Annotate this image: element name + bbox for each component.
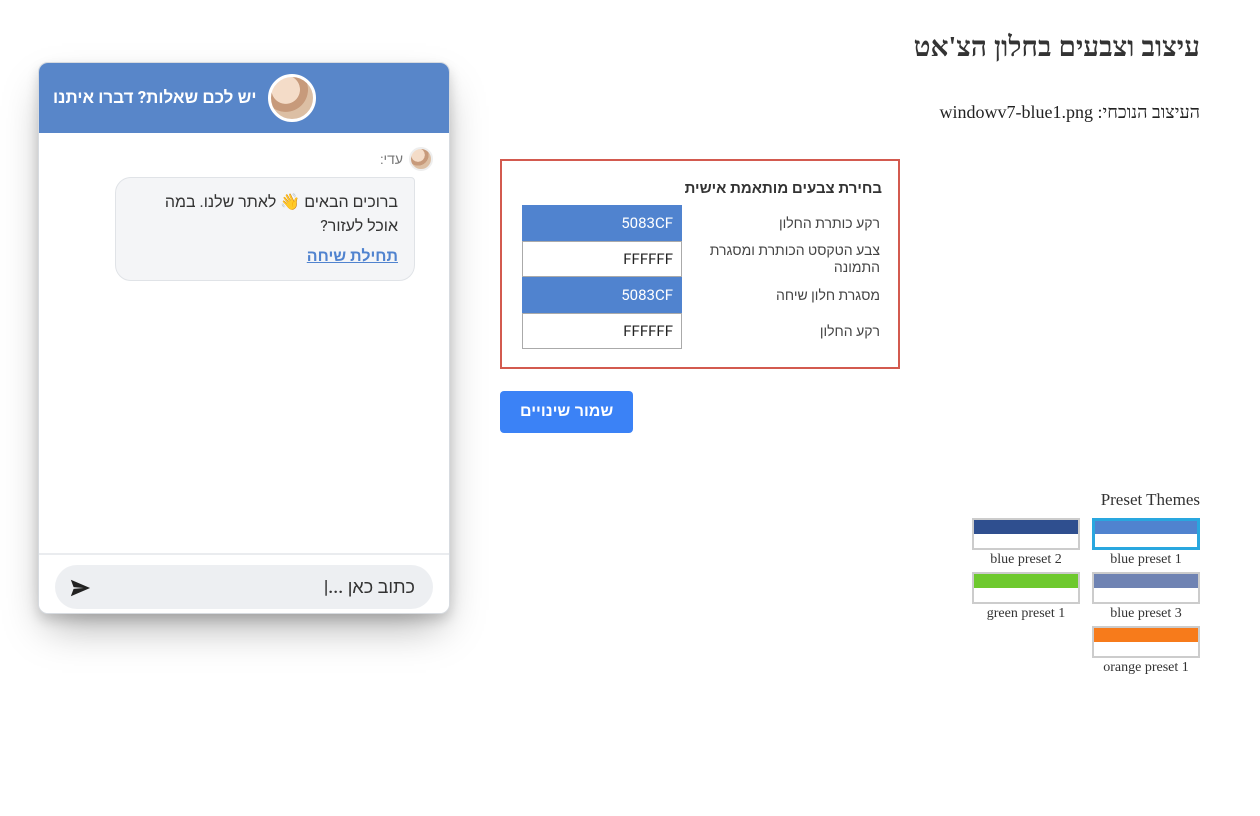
color-row-label: רקע החלון: [682, 323, 882, 340]
preset-swatch[interactable]: [972, 572, 1080, 604]
chat-message-text: ברוכים הבאים 👋 לאתר שלנו. במה אוכל לעזור…: [165, 192, 398, 235]
preset-label: blue preset 1: [1092, 552, 1200, 568]
preset-label: blue preset 2: [972, 552, 1080, 568]
color-row-label: רקע כותרת החלון: [682, 215, 882, 232]
page-title: עיצוב וצבעים בחלון הצ'אט: [500, 32, 1200, 64]
chat-author-name: עדי:: [380, 151, 403, 168]
color-value-input[interactable]: FFFFFF: [522, 241, 682, 277]
chat-footer: Chat⚡VS ♿: [55, 609, 433, 614]
preset-swatch[interactable]: [1092, 572, 1200, 604]
chat-body: עדי: ברוכים הבאים 👋 לאתר שלנו. במה אוכל …: [39, 133, 449, 553]
preset-swatch[interactable]: [1092, 518, 1200, 550]
preset-swatch[interactable]: [972, 518, 1080, 550]
chat-message-bubble: ברוכים הבאים 👋 לאתר שלנו. במה אוכל לעזור…: [115, 177, 415, 281]
chat-header: יש לכם שאלות? דברו איתנו: [39, 63, 449, 133]
color-value-input[interactable]: 5083CF: [522, 277, 682, 313]
save-button[interactable]: שמור שינויים: [500, 391, 633, 433]
color-row: צבע הטקסט הכותרת ומסגרת התמונהFFFFFF: [518, 241, 882, 277]
preset-item: blue preset 1: [1092, 518, 1200, 568]
settings-column: עיצוב וצבעים בחלון הצ'אט העיצוב הנוכחי: …: [500, 32, 1200, 433]
preset-item: green preset 1: [972, 572, 1080, 622]
avatar-small-icon: [409, 147, 433, 171]
preset-label: blue preset 3: [1092, 606, 1200, 622]
color-row: רקע החלוןFFFFFF: [518, 313, 882, 349]
color-value-input[interactable]: 5083CF: [522, 205, 682, 241]
page-root: עיצוב וצבעים בחלון הצ'אט העיצוב הנוכחי: …: [0, 0, 1260, 816]
chat-header-title: יש לכם שאלות? דברו איתנו: [53, 88, 256, 108]
send-icon[interactable]: [69, 577, 91, 599]
color-settings-box: בחירת צבעים מותאמת אישית רקע כותרת החלון…: [500, 159, 900, 369]
preset-label: green preset 1: [972, 606, 1080, 622]
avatar-icon: [268, 74, 316, 122]
chat-author-row: עדי:: [55, 147, 433, 171]
current-design-line: העיצוב הנוכחי: windowv7-blue1.png: [500, 102, 1200, 123]
color-row: מסגרת חלון שיחה5083CF: [518, 277, 882, 313]
preset-label: orange preset 1: [1092, 660, 1200, 676]
chat-window-preview: יש לכם שאלות? דברו איתנו עדי: ברוכים הבא…: [38, 62, 450, 614]
color-row-label: מסגרת חלון שיחה: [682, 287, 882, 304]
preset-item: blue preset 2: [972, 518, 1080, 568]
color-row-label: צבע הטקסט הכותרת ומסגרת התמונה: [682, 242, 882, 276]
color-settings-heading: בחירת צבעים מותאמת אישית: [518, 179, 882, 197]
start-chat-link[interactable]: תחילת שיחה: [307, 244, 398, 268]
current-design-value: windowv7-blue1.png: [940, 102, 1093, 122]
chat-input[interactable]: כתוב כאן ... |: [55, 565, 433, 609]
preset-themes-title: Preset Themes: [800, 490, 1200, 510]
current-design-label: העיצוב הנוכחי:: [1098, 102, 1200, 122]
preset-themes-section: Preset Themes blue preset 2 blue preset 1…: [800, 490, 1200, 676]
preset-swatch[interactable]: [1092, 626, 1200, 658]
preset-item: blue preset 3: [1092, 572, 1200, 622]
color-value-input[interactable]: FFFFFF: [522, 313, 682, 349]
color-row: רקע כותרת החלון5083CF: [518, 205, 882, 241]
chat-input-area: כתוב כאן ... | Chat⚡VS ♿: [39, 553, 449, 614]
preset-item: orange preset 1: [1092, 626, 1200, 676]
chat-input-placeholder: כתוב כאן ...: [328, 577, 415, 598]
caret-icon: |: [324, 577, 328, 598]
